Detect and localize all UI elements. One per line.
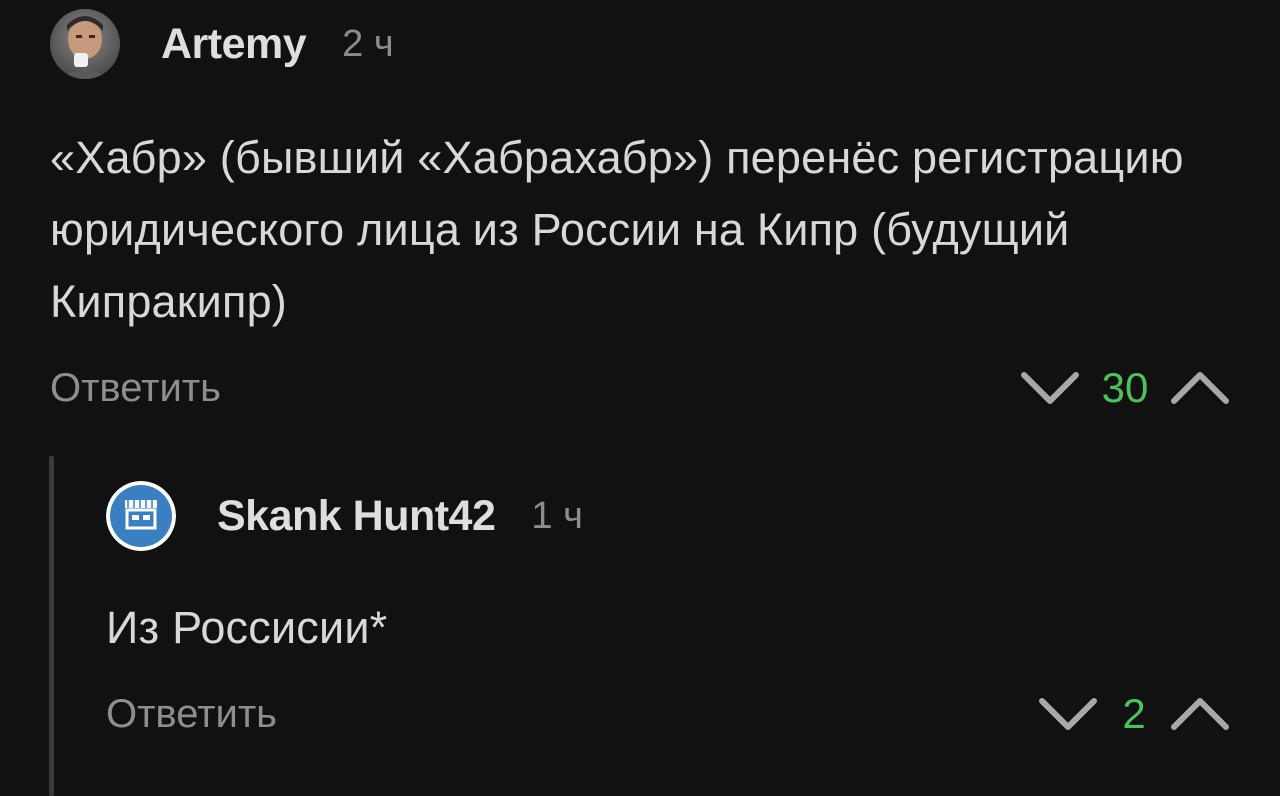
shop-icon [106,481,176,551]
comments-page: Artemy 2 ч «Хабр» (бывший «Хабрахабр») п… [0,0,1280,796]
comment-header: Skank Hunt42 1 ч [106,480,1230,552]
upvote-button[interactable] [1170,368,1230,408]
comment-text: «Хабр» (бывший «Хабрахабр») перенёс реги… [50,132,1184,327]
comment-author[interactable]: Skank Hunt42 [217,492,496,541]
chevron-down-icon [1039,698,1097,730]
comment-score: 2 [1122,690,1146,737]
vote-controls: 2 [1038,684,1230,744]
comment-actions: Ответить 2 [106,684,1230,744]
user-photo-icon [50,9,120,79]
downvote-button[interactable] [1020,368,1080,408]
reply-button[interactable]: Ответить [50,358,221,418]
downvote-button[interactable] [1038,694,1098,734]
comment-actions: Ответить 30 [50,358,1230,418]
upvote-button[interactable] [1170,694,1230,734]
reply-button[interactable]: Ответить [106,684,277,744]
comment-score: 30 [1101,364,1149,411]
comment-header: Artemy 2 ч [50,8,1230,80]
comment-time: 1 ч [531,494,583,537]
comment-text: Из Россисии* [106,602,388,653]
user-avatar[interactable] [50,9,120,79]
comment-author[interactable]: Artemy [161,20,307,69]
chevron-down-icon [1021,372,1079,404]
comment: Skank Hunt42 1 ч Из Россисии* Ответить 2 [106,480,1230,744]
user-avatar[interactable] [106,481,176,551]
comment: Artemy 2 ч «Хабр» (бывший «Хабрахабр») п… [50,8,1230,418]
thread-line[interactable] [49,456,54,796]
chevron-up-icon [1171,372,1229,404]
chevron-up-icon [1171,698,1229,730]
comment-time: 2 ч [342,22,394,65]
vote-controls: 30 [1020,358,1230,418]
